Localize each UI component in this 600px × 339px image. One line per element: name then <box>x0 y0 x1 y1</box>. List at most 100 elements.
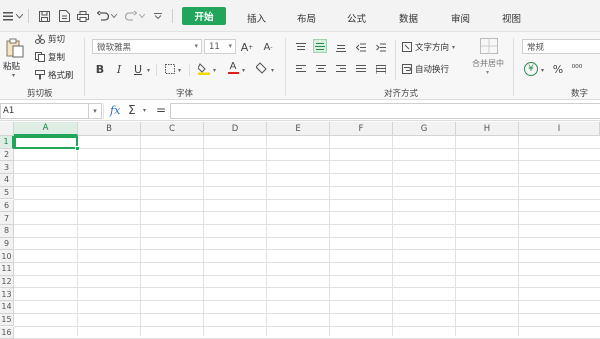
font-color-dropdown-icon[interactable]: ▾ <box>242 67 245 74</box>
active-cell[interactable] <box>14 136 78 149</box>
align-right-icon[interactable] <box>334 62 348 76</box>
row-header[interactable]: 9 <box>0 238 14 251</box>
thousands-separator-icon[interactable]: ⁰⁰⁰ <box>570 62 584 76</box>
autosum-dropdown-icon[interactable]: ▾ <box>143 107 146 114</box>
fill-handle[interactable] <box>75 146 80 151</box>
quick-access-more-icon[interactable] <box>152 9 164 23</box>
row-header[interactable]: 12 <box>0 276 14 289</box>
redo-icon[interactable] <box>124 9 138 23</box>
undo-dropdown-icon[interactable] <box>110 9 118 23</box>
column-header[interactable]: B <box>78 122 141 136</box>
indent-decrease-icon[interactable] <box>354 40 368 54</box>
row-header[interactable]: 6 <box>0 200 14 213</box>
row-header[interactable]: 2 <box>0 149 14 162</box>
copy-button[interactable]: 复制 <box>35 51 65 63</box>
clear-format-icon[interactable] <box>255 61 269 75</box>
fill-color-dropdown-icon[interactable]: ▾ <box>213 67 216 74</box>
align-justify-icon[interactable] <box>354 62 368 76</box>
align-left-icon[interactable] <box>294 62 308 76</box>
align-top-icon[interactable] <box>294 40 308 54</box>
menu-icon[interactable] <box>2 9 14 23</box>
column-header[interactable]: I <box>519 122 600 136</box>
formula-input[interactable] <box>170 103 600 119</box>
autosum-icon[interactable]: Σ <box>128 103 136 117</box>
wrap-text-label: 自动换行 <box>415 63 449 75</box>
tab-review[interactable]: 审阅 <box>451 11 470 25</box>
tab-formulas[interactable]: 公式 <box>347 11 366 25</box>
bold-button[interactable]: B <box>93 62 107 76</box>
format-painter-button[interactable]: 格式刷 <box>35 69 74 81</box>
decrease-font-size-icon[interactable]: A- <box>261 40 275 54</box>
grid-line <box>14 237 600 238</box>
tab-insert[interactable]: 插入 <box>247 11 266 25</box>
wrap-text-button[interactable]: 自动换行 <box>402 63 449 75</box>
chevron-down-icon[interactable]: ▾ <box>88 104 101 118</box>
undo-icon[interactable] <box>96 9 110 23</box>
column-header[interactable]: A <box>14 122 78 136</box>
align-bottom-icon[interactable] <box>334 40 348 54</box>
column-header[interactable]: C <box>141 122 204 136</box>
paste-dropdown-icon[interactable]: ▾ <box>12 72 15 79</box>
italic-button[interactable]: I <box>112 62 126 76</box>
increase-font-size-icon[interactable]: A+ <box>240 40 254 54</box>
align-center-icon[interactable] <box>314 62 328 76</box>
currency-icon[interactable]: ¥ <box>524 62 538 76</box>
grid-line <box>14 148 600 149</box>
underline-button[interactable]: U <box>131 62 145 76</box>
copy-label: 复制 <box>48 51 65 63</box>
number-format-select[interactable]: 常规 <box>522 39 600 54</box>
merge-dropdown-icon[interactable]: ▾ <box>486 69 489 76</box>
name-box[interactable]: A1 ▾ <box>0 103 102 119</box>
row-header[interactable]: 16 <box>0 327 14 339</box>
clear-format-dropdown-icon[interactable]: ▾ <box>271 67 274 74</box>
percent-button[interactable]: % <box>551 62 565 76</box>
fill-color-icon[interactable] <box>197 61 211 75</box>
grid-line <box>14 224 600 225</box>
row-header[interactable]: 7 <box>0 212 14 225</box>
print-icon[interactable] <box>76 9 90 23</box>
indent-increase-icon[interactable] <box>374 40 388 54</box>
row-header[interactable]: 15 <box>0 314 14 327</box>
merge-center-icon[interactable] <box>480 38 498 54</box>
equals-icon[interactable]: = <box>156 103 166 117</box>
font-color-icon[interactable]: A <box>226 61 240 75</box>
row-header[interactable]: 1 <box>0 136 14 149</box>
paste-label[interactable]: 粘贴 <box>3 60 20 72</box>
spreadsheet-grid[interactable]: ABCDEFGHI12345678910111213141516 <box>0 122 600 336</box>
select-all-corner[interactable] <box>0 122 14 136</box>
merge-center-label[interactable]: 合并居中 <box>472 58 504 69</box>
distributed-align-icon[interactable] <box>374 62 388 76</box>
tab-layout[interactable]: 布局 <box>297 11 316 25</box>
borders-icon[interactable] <box>163 62 177 76</box>
font-name-select[interactable]: 微软雅黑 ▾ <box>92 39 202 54</box>
currency-dropdown-icon[interactable]: ▾ <box>541 67 544 74</box>
row-header[interactable]: 11 <box>0 263 14 276</box>
save-icon[interactable] <box>37 9 51 23</box>
paste-icon[interactable] <box>6 38 24 58</box>
cut-button[interactable]: 剪切 <box>35 33 65 45</box>
underline-dropdown-icon[interactable]: ▾ <box>147 67 150 74</box>
font-size-select[interactable]: 11 ▾ <box>204 39 236 54</box>
column-header[interactable]: E <box>267 122 330 136</box>
row-header[interactable]: 10 <box>0 250 14 263</box>
tab-data[interactable]: 数据 <box>399 11 418 25</box>
row-header[interactable]: 5 <box>0 187 14 200</box>
row-header[interactable]: 13 <box>0 288 14 301</box>
redo-dropdown-icon[interactable] <box>138 9 146 23</box>
column-header[interactable]: H <box>456 122 519 136</box>
insert-function-icon[interactable]: fx <box>110 104 120 117</box>
column-header[interactable]: G <box>393 122 456 136</box>
row-header[interactable]: 8 <box>0 225 14 238</box>
row-header[interactable]: 3 <box>0 161 14 174</box>
export-pdf-icon[interactable] <box>57 9 71 23</box>
row-header[interactable]: 4 <box>0 174 14 187</box>
borders-dropdown-icon[interactable]: ▾ <box>178 67 181 74</box>
align-middle-icon[interactable] <box>313 39 327 53</box>
column-header[interactable]: F <box>330 122 393 136</box>
column-header[interactable]: D <box>204 122 267 136</box>
text-direction-button[interactable]: 文字方向 ▾ <box>402 41 455 53</box>
tab-view[interactable]: 视图 <box>502 11 521 25</box>
tab-home[interactable]: 开始 <box>182 7 226 25</box>
row-header[interactable]: 14 <box>0 301 14 314</box>
chevron-down-icon[interactable] <box>14 9 24 23</box>
